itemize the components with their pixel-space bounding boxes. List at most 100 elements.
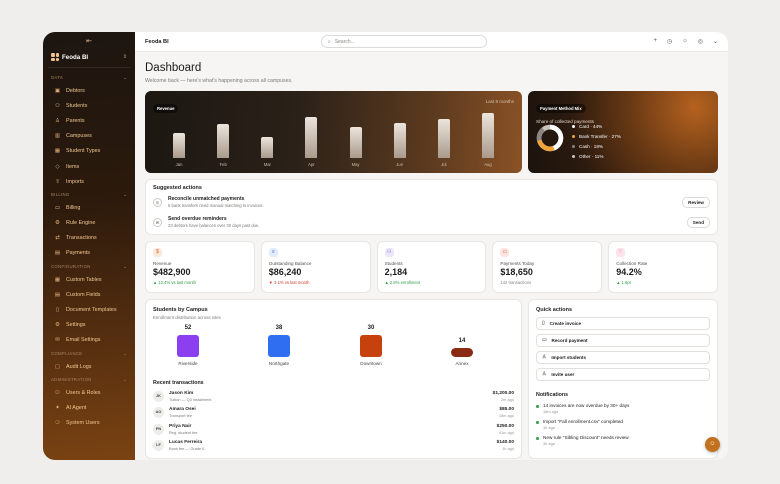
sidebar-section-label: DATA (51, 75, 64, 80)
notification-text: 14 invoices are now overdue by 30+ days 1… (543, 403, 629, 414)
sun-icon[interactable]: ☼ (682, 38, 688, 45)
status-dot (536, 437, 539, 440)
campus-downtown: 30 Downtown (341, 325, 401, 366)
transaction-time: 18m ago (498, 413, 514, 418)
chevron-icon[interactable]: ⌄ (123, 75, 127, 81)
notification-message: Import "Fall enrollment.csv" completed (543, 419, 623, 424)
clock-icon[interactable]: ◷ (667, 38, 672, 45)
chevron-icon[interactable]: ⌄ (123, 351, 127, 357)
transaction-row[interactable]: AO Amara Osei Transport fee $85.00 18m ago (153, 405, 514, 421)
transaction-row[interactable]: PN Priya Nair Reg. student fee $250.00 41m a… (153, 421, 514, 437)
kpi-label: Collection Rate (616, 261, 648, 266)
suggested-action-desc: 5 bank transfers need manual matching to… (168, 203, 264, 208)
chevron-icon[interactable]: ⌄ (123, 377, 127, 383)
chevron-icon[interactable]: ⌄ (123, 192, 127, 198)
import-students-button[interactable]: ♙ Import students (536, 351, 710, 364)
sidebar-item-transactions[interactable]: ⇄ Transactions (48, 231, 130, 246)
document-icon: ▯ (542, 321, 545, 326)
create-invoice-button[interactable]: ▯ Create invoice (536, 317, 710, 330)
suggested-action-title: Reconcile unmatched payments (168, 196, 245, 202)
gear-icon: ⚙ (55, 220, 60, 227)
sidebar-item-student-types[interactable]: ▦ Student Types (48, 144, 130, 159)
notification-time: 3h ago (543, 441, 555, 446)
sidebar-item-custom-tables[interactable]: ▦ Custom Tables (48, 272, 130, 287)
revenue-bar-label: Mar (263, 162, 271, 167)
legend-label: Card · 44% (579, 124, 603, 129)
search-input[interactable]: ⌕ Search... (321, 35, 487, 48)
review-button[interactable]: Review (682, 196, 710, 208)
dashboard-content: Dashboard Welcome back — here's what's h… (135, 62, 728, 459)
kpi-row: $ Revenue $482,900 ▲ 12.4% vs last month ≡ Ou… (145, 241, 718, 293)
sidebar-item-parents[interactable]: ♙ Parents (48, 113, 130, 128)
chevron-icon[interactable]: ⌄ (123, 264, 127, 270)
sidebar-item-audit-logs[interactable]: ▢ Audit Logs (48, 359, 130, 374)
sidebar-item-custom-fields[interactable]: ▤ Custom Fields (48, 287, 130, 302)
suggested-text: Send overdue reminders 23 debtors have ba… (168, 216, 260, 228)
campus-label: Riverside (178, 361, 198, 366)
legend-label: Other · 11% (579, 154, 604, 159)
kpi-value: $18,650 (500, 267, 533, 277)
sidebar-item-label: Document Templates (66, 307, 117, 314)
sidebar-item-document-templates[interactable]: ▯ Document Templates (48, 302, 130, 317)
record-payment-button[interactable]: ▭ Record payment (536, 334, 710, 347)
campus-annex: 14 Annex (432, 325, 492, 366)
notification-time: 18m ago (543, 409, 559, 414)
send-button[interactable]: Send (686, 216, 710, 228)
kpi-icon: $ (153, 248, 162, 257)
sidebar-item-system-users[interactable]: ⚆ System Users (48, 416, 130, 431)
bell-icon[interactable]: ◎ (698, 38, 703, 45)
logo-icon (51, 53, 59, 61)
sidebar-section-configuration: CONFIGURATION ⌄ (48, 261, 130, 272)
avatar: JK (153, 390, 164, 402)
kpi-label: Payments Today (500, 261, 535, 266)
notification-item[interactable]: New rule "Sibling Discount" needs review… (536, 435, 710, 446)
legend-item: Cash · 18% (572, 142, 621, 152)
sidebar-item-items[interactable]: ◇ Items (48, 159, 130, 174)
add-icon[interactable]: + (653, 38, 657, 45)
avatar: PN (153, 423, 164, 435)
sidebar-item-ai-agent[interactable]: ✦ AI Agent (48, 400, 130, 415)
sidebar-item-settings[interactable]: ⚙ Settings (48, 318, 130, 333)
sidebar-item-label: Debtors (66, 87, 85, 94)
collapse-sidebar-icon[interactable]: ⇤ (48, 37, 130, 49)
revenue-bar (481, 112, 494, 158)
students-by-campus-card: Students by Campus Enrollment distributi… (145, 299, 522, 459)
transaction-amount: $140.00 (496, 440, 514, 445)
transaction-amount-block: $1,200.00 2m ago (493, 391, 514, 402)
card-icon: ▭ (542, 338, 547, 343)
search-icon: ⌕ (328, 38, 331, 45)
chevron-down-icon[interactable]: ⌄ (713, 38, 718, 45)
kpi-value: 94.2% (616, 267, 642, 277)
assistant-fab[interactable]: ☺ (705, 437, 720, 452)
users-icon: ⚇ (55, 102, 60, 109)
invite-user-button[interactable]: ♙ Invite user (536, 368, 710, 381)
transaction-row[interactable]: LF Lucas Ferreira Book fee — Grade 6 $140.0… (153, 438, 514, 454)
transaction-time: 2m ago (501, 396, 514, 402)
users-icon: ⚇ (55, 389, 60, 396)
user-plus-icon: ♙ (542, 372, 547, 377)
revenue-bar-label: May (351, 162, 360, 167)
sidebar-item-campuses[interactable]: ▥ Campuses (48, 129, 130, 144)
sidebar-item-users-roles[interactable]: ⚇ Users & Roles (48, 385, 130, 400)
sidebar-item-email-settings[interactable]: ✉ Email Settings (48, 333, 130, 348)
quick-actions-title: Quick actions (536, 307, 573, 313)
suggested-action-title: Send overdue reminders (168, 216, 227, 222)
sidebar-item-label: Students (66, 102, 88, 109)
sidebar-item-rule-engine[interactable]: ⚙ Rule Engine (48, 216, 130, 231)
transaction-desc: Reg. student fee (169, 429, 198, 435)
notification-item[interactable]: Import "Fall enrollment.csv" completed 1h… (536, 419, 710, 430)
notification-item[interactable]: 14 invoices are now overdue by 30+ days 1… (536, 403, 710, 414)
sidebar-section-billing: BILLING ⌄ (48, 189, 130, 200)
sidebar-item-payments[interactable]: ▤ Payments (48, 246, 130, 261)
workspace-switcher[interactable]: Feoda BI ⇕ (48, 49, 130, 68)
quick-action-label: Invite user (551, 372, 575, 377)
sidebar-item-students[interactable]: ⚇ Students (48, 98, 130, 113)
transaction-party: Priya Nair Reg. student fee (169, 424, 198, 435)
sidebar-item-debtors[interactable]: ▣ Debtors (48, 83, 130, 98)
sidebar-item-imports[interactable]: ⇧ Imports (48, 174, 130, 189)
kpi-icon: ♡ (616, 248, 626, 257)
sidebar-item-billing[interactable]: ▭ Billing (48, 200, 130, 215)
transaction-row[interactable]: JK Jason Kim Tuition — Q3 installment $1,20… (153, 388, 514, 404)
sidebar: ⇤ Feoda BI ⇕ DATA ⌄ ▣ Debtors ⚇ Students ♙ Pare… (43, 32, 135, 460)
transaction-desc: Book fee — Grade 6 (169, 446, 205, 451)
